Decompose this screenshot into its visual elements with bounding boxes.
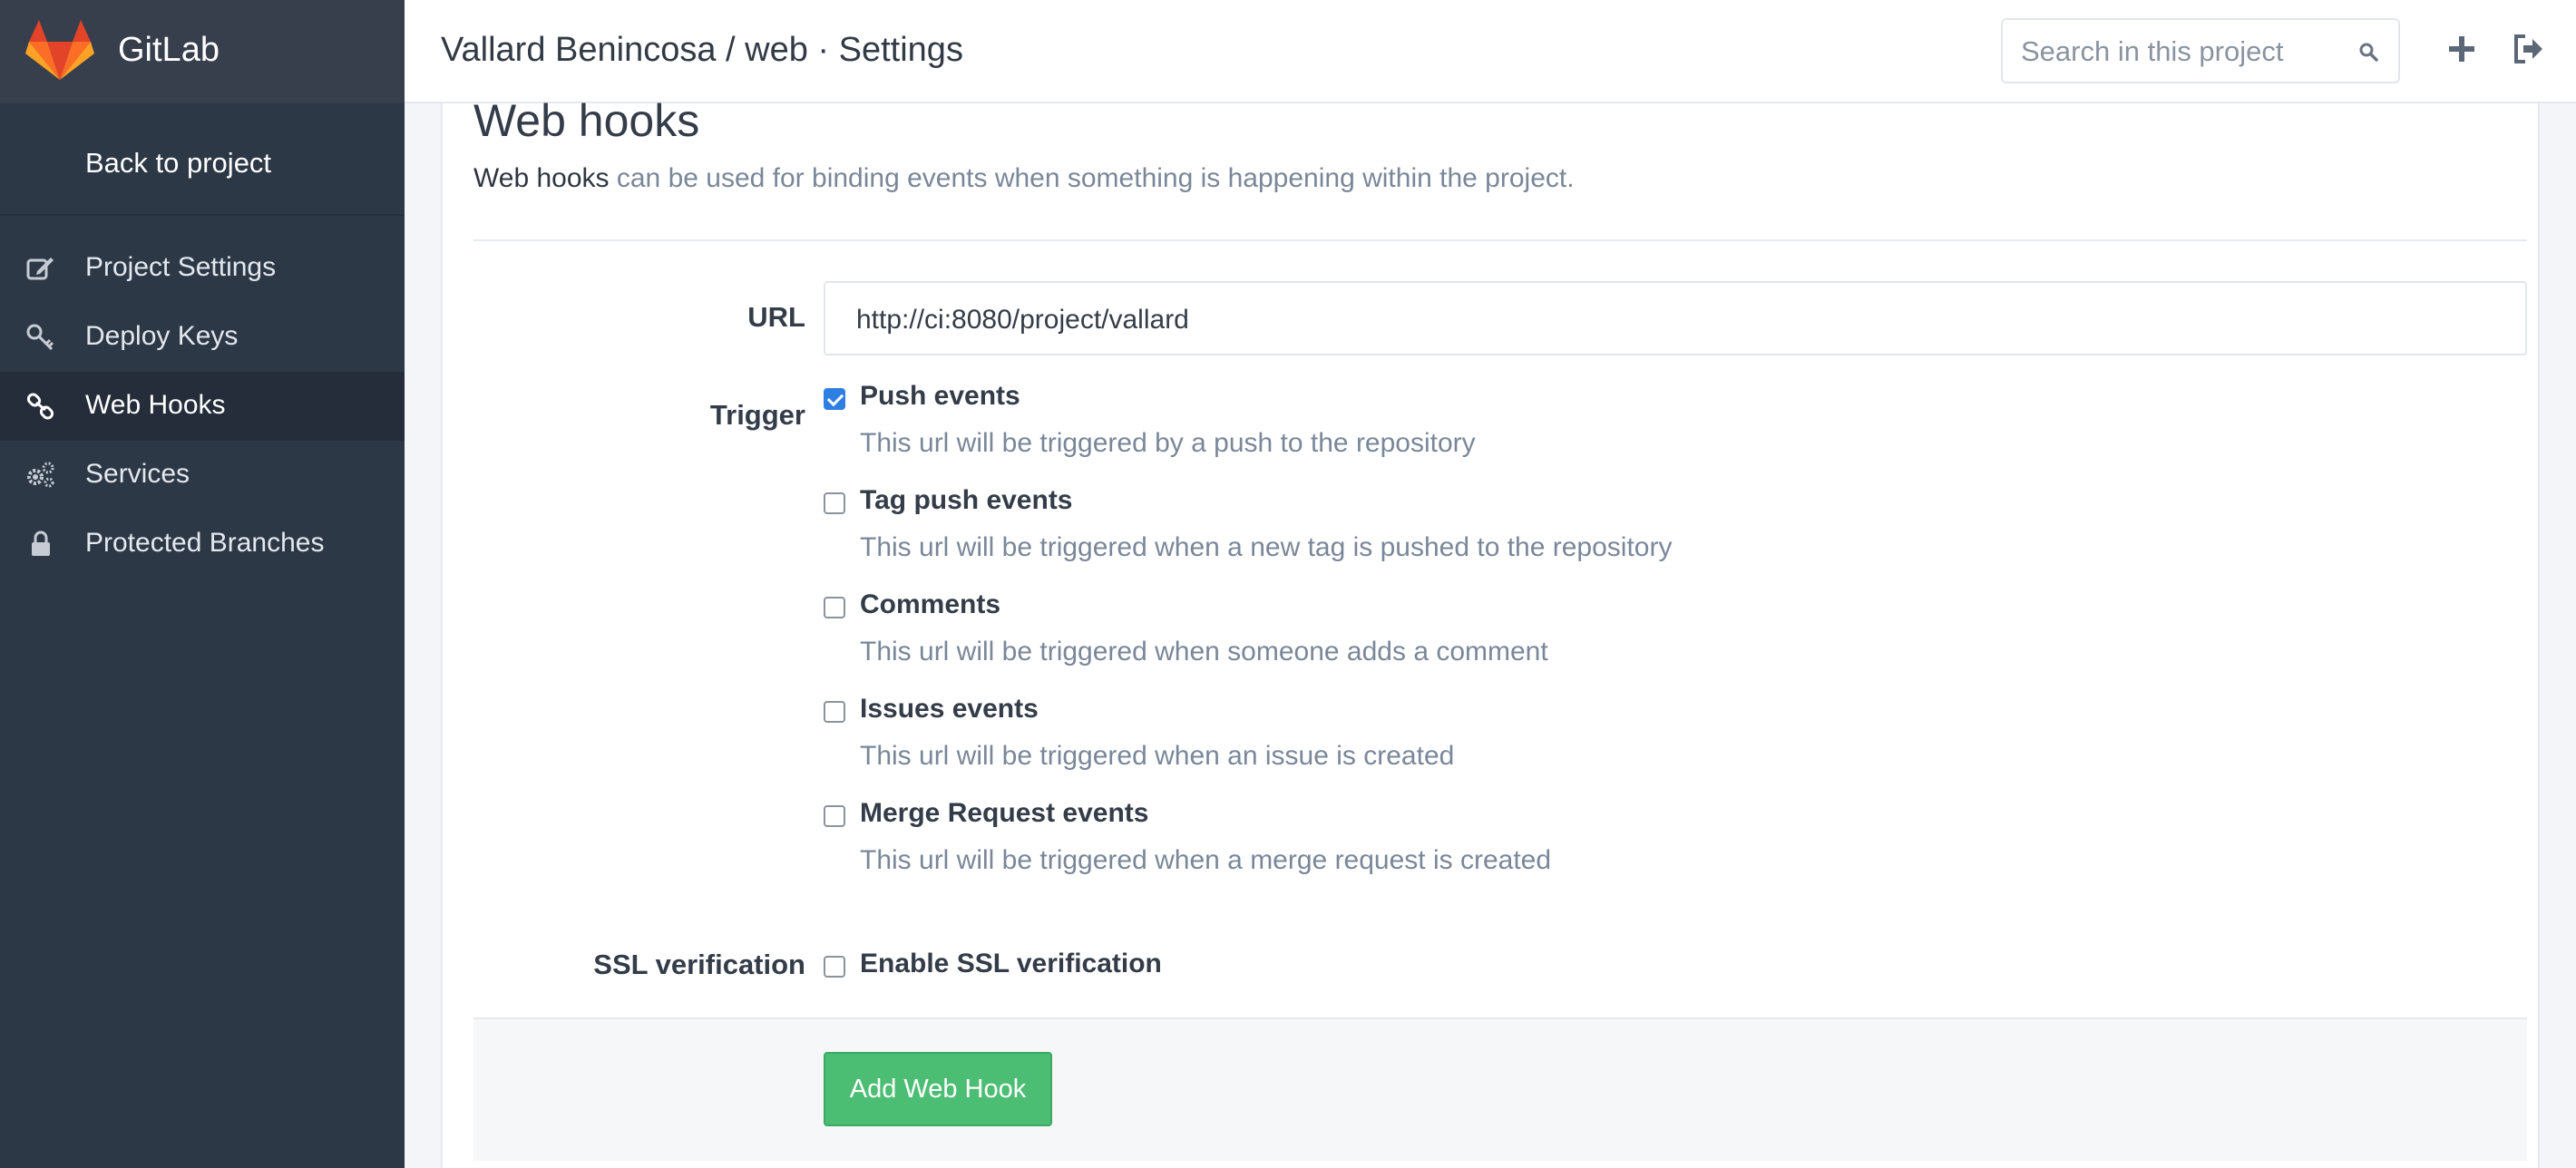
url-label: URL [747,301,805,333]
sidebar: GitLab Back to project Project Settings … [0,0,405,1168]
enable-ssl-label[interactable]: Enable SSL verification [860,949,1162,979]
form-actions: Add Web Hook [473,1017,2527,1161]
merge-request-events-label[interactable]: Merge Request events [860,798,1148,829]
trigger-label: Trigger [709,399,805,431]
lead-strong: Web hooks [473,163,610,193]
gitlab-logo-icon[interactable] [25,20,94,82]
back-to-project-label: Back to project [85,147,272,179]
divider [473,239,2527,241]
lead-text: can be used for binding events when some… [609,163,1575,193]
merge-request-events-checkbox[interactable] [824,805,845,827]
sidebar-item-deploy-keys[interactable]: Deploy Keys [0,303,405,372]
page-title: Web hooks [473,95,700,146]
tag-push-events-checkbox[interactable] [824,492,845,514]
sidebar-item-label: Services [85,459,190,489]
sidebar-item-project-settings[interactable]: Project Settings [0,234,405,303]
comments-checkbox[interactable] [824,597,845,618]
project-search-box[interactable] [2001,18,2400,83]
back-to-project-link[interactable]: Back to project [0,103,405,216]
cogs-icon [27,462,54,488]
issues-events-label[interactable]: Issues events [860,694,1039,725]
ssl-verification-label: SSL verification [593,949,805,980]
brand-name[interactable]: GitLab [118,31,220,70]
push-events-checkbox[interactable] [824,388,845,410]
page-breadcrumb: Vallard Benincosa / web · Settings [441,31,963,69]
page-description: Web hooks can be used for binding events… [473,163,1575,194]
issues-events-help: This url will be triggered when an issue… [860,741,1455,771]
sidebar-item-services[interactable]: Services [0,441,405,510]
lock-icon [32,530,50,556]
tag-push-events-label[interactable]: Tag push events [860,485,1073,516]
search-icon[interactable] [2356,40,2382,65]
edit-icon [26,258,54,280]
key-icon [26,324,54,351]
push-events-help: This url will be triggered by a push to … [860,428,1476,458]
sidebar-item-label: Deploy Keys [85,321,239,351]
add-web-hook-button[interactable]: Add Web Hook [824,1052,1052,1126]
comments-help: This url will be triggered when someone … [860,637,1548,667]
brand-bar[interactable]: GitLab [0,0,405,103]
url-value: http://ci:8080/project/vallard [856,305,1189,335]
sidebar-item-label: Project Settings [85,252,277,282]
sidebar-item-label: Protected Branches [85,528,325,558]
main-content: Web hooks Web hooks can be used for bind… [441,95,2540,1168]
tag-push-events-help: This url will be triggered when a new ta… [860,532,1673,562]
sidebar-item-label: Web Hooks [85,390,226,420]
sidebar-item-web-hooks[interactable]: Web Hooks [0,372,405,441]
link-icon [26,393,54,420]
sign-out-icon[interactable] [2511,31,2547,67]
push-events-label[interactable]: Push events [860,381,1020,412]
search-input[interactable] [2021,34,2347,69]
plus-icon[interactable] [2444,31,2480,67]
comments-label[interactable]: Comments [860,589,1000,620]
top-header: Vallard Benincosa / web · Settings [405,0,2576,103]
issues-events-checkbox[interactable] [824,701,845,723]
sidebar-item-protected-branches[interactable]: Protected Branches [0,510,405,579]
enable-ssl-checkbox[interactable] [824,956,845,978]
merge-request-events-help: This url will be triggered when a merge … [860,845,1552,875]
url-field[interactable]: http://ci:8080/project/vallard [824,281,2527,355]
settings-nav: Project Settings Deploy Keys Web Hooks S… [0,234,405,579]
